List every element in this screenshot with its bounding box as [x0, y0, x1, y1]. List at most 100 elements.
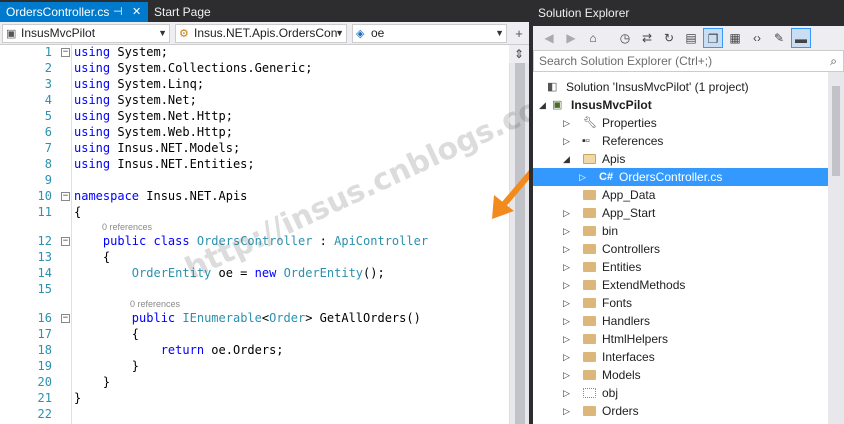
refresh-icon[interactable]: ↻: [659, 28, 679, 48]
tree-item-interfaces[interactable]: ▷ Interfaces: [533, 348, 828, 366]
folder-icon: [583, 226, 596, 236]
preview-selected-icon[interactable]: ▬: [791, 28, 811, 48]
expanded-arrow-icon[interactable]: ◢: [563, 150, 570, 168]
collapse-toggle[interactable]: −: [61, 192, 70, 201]
show-all-files-icon[interactable]: ❐: [703, 28, 723, 48]
properties-icon[interactable]: ▦: [725, 28, 745, 48]
collapsed-arrow-icon[interactable]: ▷: [563, 402, 570, 420]
history-icon[interactable]: ◷: [615, 28, 635, 48]
line-number: 2: [44, 61, 52, 75]
tree-item-entities[interactable]: ▷ Entities: [533, 258, 828, 276]
member-dropdown[interactable]: ◈ oe ▼: [352, 24, 507, 43]
sync-icon[interactable]: ⇄: [637, 28, 657, 48]
expanded-arrow-icon[interactable]: ◢: [539, 96, 546, 114]
tree-item-models[interactable]: ▷ Models: [533, 366, 828, 384]
collapsed-arrow-icon[interactable]: ▷: [563, 114, 570, 132]
tree-item-references[interactable]: ▷ ▪▫ References: [533, 132, 828, 150]
line-number: 17: [37, 327, 52, 341]
tree-item-label: Controllers: [602, 242, 661, 256]
tree-item-properties[interactable]: ▷ 🔧︎ Properties: [533, 114, 828, 132]
split-window-icon[interactable]: ⇕: [509, 45, 529, 63]
csharp-file-icon: C#: [599, 171, 614, 183]
tree-item-orders[interactable]: ▷ Orders: [533, 402, 828, 420]
tree-item-label: App_Start: [602, 206, 656, 220]
line-number: 20: [37, 375, 52, 389]
codelens-references[interactable]: 0 references: [102, 222, 152, 232]
tree-item-app-data[interactable]: App_Data: [533, 186, 828, 204]
collapsed-arrow-icon[interactable]: ▷: [563, 294, 570, 312]
code-line: }: [74, 359, 140, 373]
editor-scrollbar[interactable]: [509, 45, 529, 424]
tree-item-fonts[interactable]: ▷ Fonts: [533, 294, 828, 312]
add-split-icon[interactable]: +: [509, 24, 529, 43]
collapsed-arrow-icon[interactable]: ▷: [563, 276, 570, 294]
tree-item-label: Handlers: [602, 314, 651, 328]
scrollbar-thumb[interactable]: [515, 63, 525, 424]
collapsed-arrow-icon[interactable]: ▷: [563, 240, 570, 258]
settings-icon[interactable]: ✎: [769, 28, 789, 48]
collapsed-arrow-icon[interactable]: ▷: [563, 132, 570, 150]
solution-search-input[interactable]: Search Solution Explorer (Ctrl+;) ⌕: [533, 50, 844, 72]
collapsed-arrow-icon[interactable]: ▷: [563, 348, 570, 366]
tree-item-project[interactable]: ◢ ▣ InsusMvcPilot: [533, 96, 828, 114]
document-tab-strip: OrdersController.cs ⊣ ✕ Start Page: [0, 0, 529, 22]
code-line: public class OrdersController : ApiContr…: [102, 234, 429, 248]
tree-item-handlers[interactable]: ▷ Handlers: [533, 312, 828, 330]
chevron-down-icon: ▼: [158, 28, 167, 38]
scrollbar-thumb[interactable]: [832, 86, 840, 176]
tree-item-label: Entities: [602, 260, 642, 274]
collapsed-arrow-icon[interactable]: ▷: [563, 222, 570, 240]
collapsed-arrow-icon[interactable]: ▷: [563, 366, 570, 384]
collapse-all-icon[interactable]: ▤: [681, 28, 701, 48]
code-text-area[interactable]: 1 2 3 4 5 6 7 8 9 10 11 12 13 14 15 16 1…: [0, 45, 529, 424]
type-dropdown[interactable]: ⚙ Insus.NET.Apis.OrdersCon ▼: [175, 24, 347, 43]
view-code-icon[interactable]: ‹›: [747, 28, 767, 48]
line-number: 5: [44, 109, 52, 123]
collapse-toggle[interactable]: −: [61, 48, 70, 57]
tab-label: Start Page: [154, 5, 211, 19]
collapsed-arrow-icon[interactable]: ▷: [563, 384, 570, 402]
codelens-references[interactable]: 0 references: [130, 299, 180, 309]
tree-item-htmlhelpers[interactable]: ▷ HtmlHelpers: [533, 330, 828, 348]
close-icon[interactable]: ✕: [132, 2, 141, 22]
tree-item-apis[interactable]: ◢ Apis: [533, 150, 828, 168]
solution-explorer-scrollbar[interactable]: [828, 72, 844, 424]
tab-orderscontroller[interactable]: OrdersController.cs ⊣ ✕: [0, 2, 148, 22]
tree-item-label: obj: [602, 386, 619, 400]
chevron-down-icon: ▼: [335, 28, 344, 38]
collapsed-arrow-icon[interactable]: ▷: [563, 204, 570, 222]
tree-item-controllers[interactable]: ▷ Controllers: [533, 240, 828, 258]
tree-item-label: Properties: [602, 116, 657, 130]
folder-icon: [583, 298, 596, 308]
back-icon[interactable]: ◀: [539, 28, 559, 48]
pin-icon[interactable]: ⊣: [113, 2, 123, 22]
collapsed-arrow-icon[interactable]: ▷: [563, 312, 570, 330]
tree-item-bin[interactable]: ▷ bin: [533, 222, 828, 240]
class-icon: ⚙: [179, 28, 189, 40]
home-icon[interactable]: ⌂: [583, 28, 603, 48]
collapse-toggle[interactable]: −: [61, 314, 70, 323]
tree-item-label: Models: [602, 368, 641, 382]
collapsed-arrow-icon[interactable]: ▷: [563, 258, 570, 276]
line-number: 14: [37, 266, 52, 280]
tree-item-orderscontroller[interactable]: ▷ C# OrdersController.cs: [533, 168, 828, 186]
code-line: using System.Net;: [74, 93, 197, 107]
tab-start-page[interactable]: Start Page: [148, 2, 268, 22]
project-icon: ▣: [6, 28, 17, 40]
collapse-toggle[interactable]: −: [61, 237, 70, 246]
code-line: {: [74, 205, 82, 219]
line-number: 3: [44, 77, 52, 91]
tree-item-app-start[interactable]: ▷ App_Start: [533, 204, 828, 222]
tree-item-label: bin: [602, 224, 619, 238]
code-editor-pane: OrdersController.cs ⊣ ✕ Start Page ▣ Ins…: [0, 0, 573, 424]
folder-icon: [583, 370, 596, 380]
tree-item-extendmethods[interactable]: ▷ ExtendMethods: [533, 276, 828, 294]
collapsed-arrow-icon[interactable]: ▷: [579, 168, 586, 186]
folder-icon: [583, 262, 596, 272]
collapsed-arrow-icon[interactable]: ▷: [563, 330, 570, 348]
tree-item-solution[interactable]: ◧ Solution 'InsusMvcPilot' (1 project): [533, 78, 828, 96]
line-number: 6: [44, 125, 52, 139]
tree-item-obj[interactable]: ▷ obj: [533, 384, 828, 402]
project-dropdown[interactable]: ▣ InsusMvcPilot ▼: [2, 24, 170, 43]
forward-icon[interactable]: ▶: [561, 28, 581, 48]
